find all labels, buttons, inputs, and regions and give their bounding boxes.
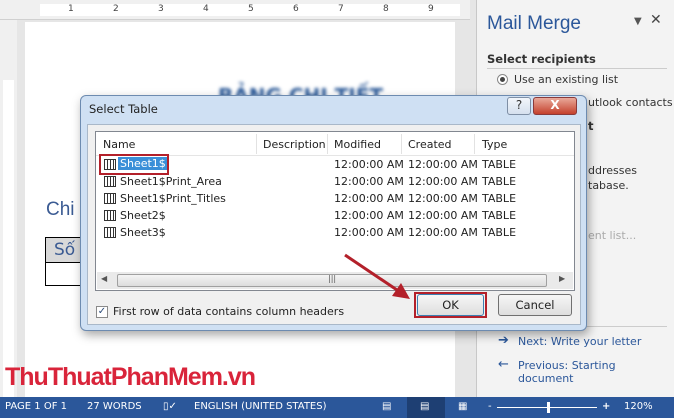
print-layout-button[interactable]: ▤	[407, 397, 445, 418]
zoom-level[interactable]: 120%	[624, 401, 653, 412]
annotation-arrow	[344, 253, 410, 299]
zoom-slider-thumb[interactable]	[547, 402, 550, 413]
zoom-out-button[interactable]: -	[488, 401, 492, 412]
print-layout-icon: ▤	[420, 401, 430, 412]
status-bar: PAGE 1 OF 1 27 WORDS ▯✓ ENGLISH (UNITED …	[0, 397, 674, 418]
proofing-icon[interactable]: ▯✓	[163, 401, 177, 412]
word-count[interactable]: 27 WORDS	[87, 401, 142, 412]
page-count[interactable]: PAGE 1 OF 1	[5, 401, 67, 412]
web-layout-icon[interactable]: ▦	[458, 401, 467, 412]
language[interactable]: ENGLISH (UNITED STATES)	[194, 401, 327, 412]
read-mode-icon[interactable]: ▤	[382, 401, 391, 412]
zoom-in-button[interactable]: +	[602, 401, 610, 412]
